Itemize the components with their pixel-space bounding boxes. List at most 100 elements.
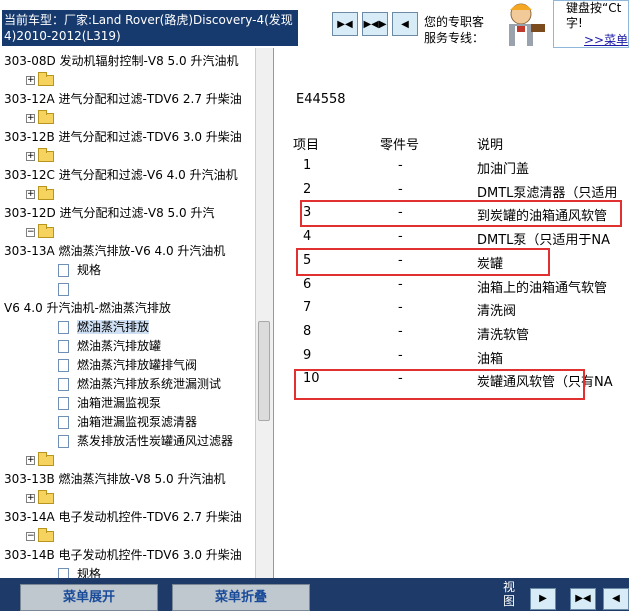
part-number: - <box>398 158 403 173</box>
tree-leaf[interactable]: 蒸发排放活性炭罐通风过滤器 <box>58 432 233 451</box>
expand-icon[interactable]: + <box>26 76 35 85</box>
view-left-button[interactable]: ▶ <box>530 588 556 610</box>
tree-leaf-label: 规格 <box>77 263 102 277</box>
tree-node-label[interactable]: 303-14A 电子发动机控件-TDV6 2.7 升柴油 <box>4 508 242 527</box>
document-icon <box>58 264 69 277</box>
tree-leaf[interactable]: 油箱泄漏监视泵 <box>58 394 161 413</box>
part-description: 加油门盖 <box>477 162 530 177</box>
tree-node-label[interactable]: 303-12D 进气分配和过滤-V8 5.0 升汽 <box>4 204 214 223</box>
tree-folder[interactable]: − <box>26 527 54 546</box>
tree-node-label[interactable]: V6 4.0 升汽油机-燃油蒸汽排放 <box>4 299 171 318</box>
header-item: 项目 <box>293 138 320 153</box>
tree-leaf-label: 燃油蒸汽排放系统泄漏测试 <box>77 377 222 391</box>
expand-icon[interactable]: + <box>26 190 35 199</box>
nav-left-button[interactable]: ▶◀ <box>332 12 358 36</box>
current-vehicle-label: 当前车型：厂家:Land Rover(路虎)Discovery-4(发现4)20… <box>2 10 298 46</box>
tree-leaf[interactable]: 燃油蒸汽排放罐 <box>58 337 161 356</box>
tree-folder[interactable]: + <box>26 109 54 128</box>
bottom-toolbar: 菜单展开 菜单折叠 视图 ▶ ▶◀ ◀ <box>0 578 629 611</box>
tree-leaf-label: 蒸发排放活性炭罐通风过滤器 <box>77 434 234 448</box>
tree-node-label[interactable]: 303-13B 燃油蒸汽排放-V8 5.0 升汽油机 <box>4 470 225 489</box>
view-right-button[interactable]: ◀ <box>603 588 629 610</box>
tip-menu-link[interactable]: >>菜单 <box>584 31 628 47</box>
part-item-number: 1 <box>303 158 312 173</box>
tip-panel: 键盘按“Ct 字! >>菜单 <box>553 0 629 48</box>
tree-node-label[interactable]: 303-12A 进气分配和过滤-TDV6 2.7 升柴油 <box>4 90 242 109</box>
top-nav-buttons: ▶◀ ▶◀▶ ◀ <box>332 12 418 36</box>
part-number: - <box>398 348 403 363</box>
tree-scrollbar[interactable] <box>255 48 273 578</box>
part-description: 油箱 <box>477 352 504 367</box>
tree-node-label[interactable]: 303-08D 发动机辐射控制-V8 5.0 升汽油机 <box>4 52 238 71</box>
tree-node-label[interactable]: 303-14B 电子发动机控件-TDV6 3.0 升柴油 <box>4 546 242 565</box>
part-item-number: 9 <box>303 348 312 363</box>
folder-icon <box>38 72 54 86</box>
nav-right-button[interactable]: ◀ <box>392 12 418 36</box>
tree-leaf[interactable]: 燃油蒸汽排放系统泄漏测试 <box>58 375 221 394</box>
expand-icon[interactable]: + <box>26 152 35 161</box>
tree-leaf[interactable]: 燃油蒸汽排放罐排气阀 <box>58 356 197 375</box>
document-icon <box>58 435 69 448</box>
tree-leaf[interactable]: 规格 <box>58 261 101 280</box>
tree-node-label[interactable]: 303-12C 进气分配和过滤-V6 4.0 升汽油机 <box>4 166 238 185</box>
tree-folder[interactable]: + <box>26 185 54 204</box>
tree-leaf[interactable]: 规格 <box>58 565 101 578</box>
top-bar: 当前车型：厂家:Land Rover(路虎)Discovery-4(发现4)20… <box>0 0 629 48</box>
tree-leaf-label: 规格 <box>77 567 102 578</box>
document-icon <box>58 416 69 429</box>
expand-icon[interactable]: + <box>26 456 35 465</box>
view-split-button[interactable]: ▶◀ <box>570 588 596 610</box>
part-number: - <box>398 182 403 197</box>
part-description: 清洗阀 <box>477 304 517 319</box>
tree-scrollbar-thumb[interactable] <box>258 321 270 421</box>
expand-icon[interactable]: + <box>26 494 35 503</box>
folder-icon <box>38 528 54 542</box>
folder-icon <box>38 452 54 466</box>
expand-icon[interactable]: + <box>26 114 35 123</box>
tree-folder[interactable]: + <box>26 489 54 508</box>
tree-leaf-label: 燃油蒸汽排放罐 <box>77 339 162 353</box>
hotline-line-1: 您的专职客 <box>424 15 485 29</box>
service-hotline: 您的专职客 服务专线： <box>424 14 484 46</box>
tree-leaf-label: 燃油蒸汽排放 <box>77 320 150 334</box>
tree-leaf[interactable]: 油箱泄漏监视泵滤清器 <box>58 413 197 432</box>
header-description: 说明 <box>477 138 504 153</box>
part-number: - <box>398 229 403 244</box>
folder-icon <box>38 490 54 504</box>
tree-folder[interactable]: − <box>26 223 54 242</box>
highlight-box-10 <box>294 369 585 400</box>
view-label: 视图 <box>502 580 515 608</box>
tree-leaf-label: 油箱泄漏监视泵滤清器 <box>77 415 198 429</box>
tree-leaf[interactable] <box>58 280 77 299</box>
part-item-number: 4 <box>303 229 312 244</box>
highlight-box-5 <box>296 248 550 276</box>
tree-folder[interactable]: + <box>26 451 54 470</box>
part-description: DMTL泵（只适用于NA <box>477 233 611 248</box>
navigation-tree: 303-08D 发动机辐射控制-V8 5.0 升汽油机 +303-12A 进气分配… <box>0 48 255 578</box>
tip-line-2: 字! <box>566 16 583 30</box>
mascot-icon <box>491 0 551 48</box>
part-description: 清洗软管 <box>477 328 530 343</box>
tree-folder[interactable]: + <box>26 147 54 166</box>
part-description: 油箱上的油箱通气软管 <box>477 281 608 296</box>
document-icon <box>58 340 69 353</box>
content-pane: E44558 项目 零件号 说明 1- 加油门盖 2- DMTL泵滤清器（只适用 3- 到… <box>280 48 629 578</box>
menu-collapse-button[interactable]: 菜单折叠 <box>172 584 310 611</box>
folder-icon <box>38 224 54 238</box>
document-icon <box>58 283 69 296</box>
nav-split-button[interactable]: ▶◀▶ <box>362 12 388 36</box>
part-item-number: 2 <box>303 182 312 197</box>
document-icon <box>58 397 69 410</box>
part-item-number: 7 <box>303 300 312 315</box>
menu-expand-button[interactable]: 菜单展开 <box>20 584 158 611</box>
figure-code: E44558 <box>296 92 346 107</box>
collapse-icon[interactable]: − <box>26 228 35 237</box>
document-icon <box>58 568 69 578</box>
collapse-icon[interactable]: − <box>26 532 35 541</box>
tree-node-label[interactable]: 303-12B 进气分配和过滤-TDV6 3.0 升柴油 <box>4 128 242 147</box>
part-number: - <box>398 324 403 339</box>
document-icon <box>58 359 69 372</box>
tree-node-label[interactable]: 303-13A 燃油蒸汽排放-V6 4.0 升汽油机 <box>4 242 225 261</box>
tree-leaf[interactable]: 燃油蒸汽排放 <box>58 318 150 337</box>
tree-folder[interactable]: + <box>26 71 54 90</box>
